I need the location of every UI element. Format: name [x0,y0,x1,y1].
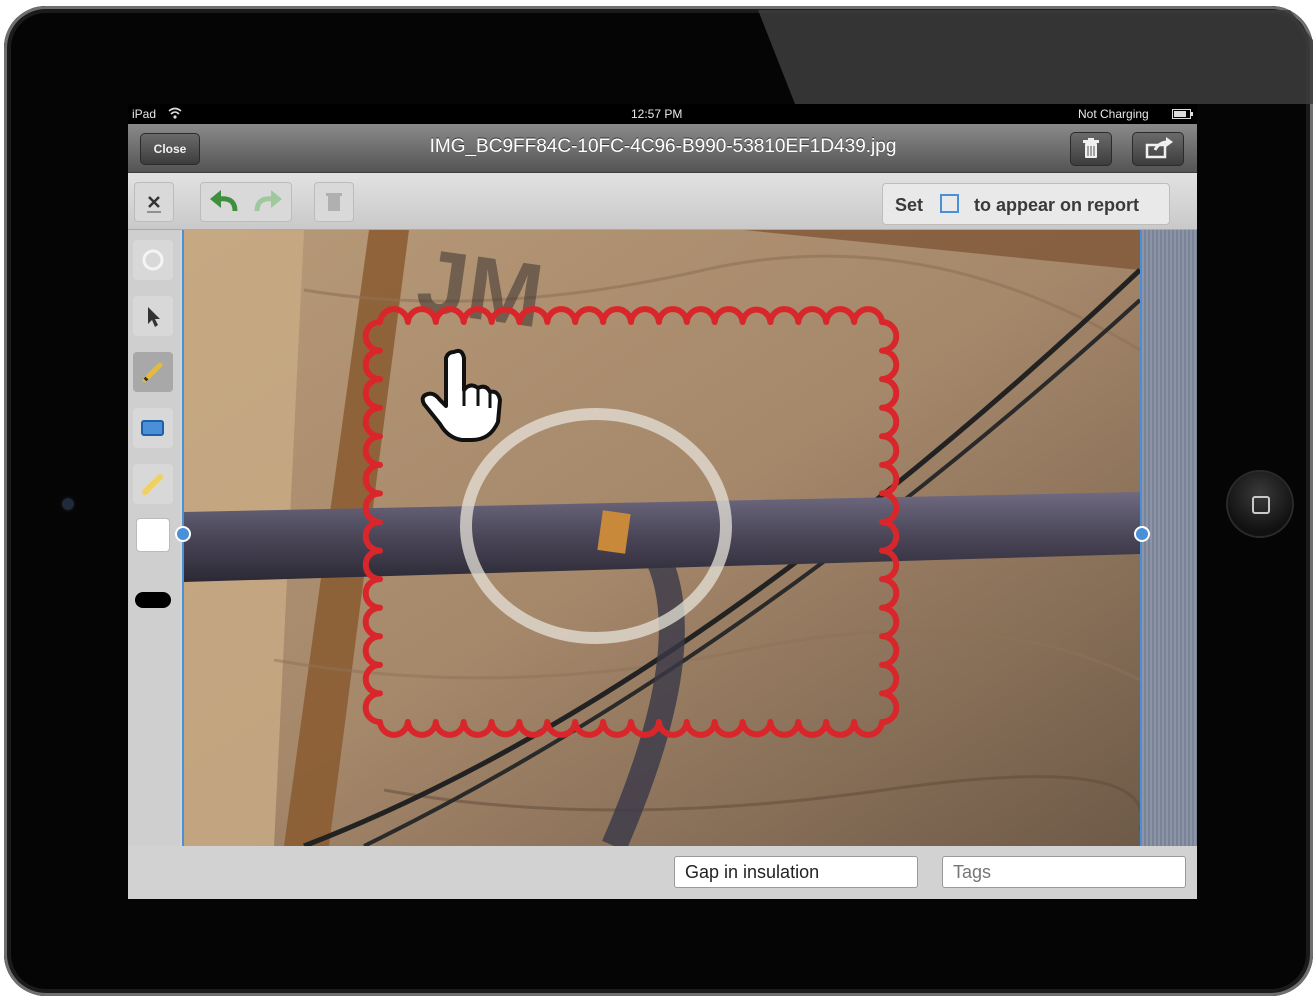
svg-text:JM: JM [411,231,549,347]
pen-tool[interactable] [133,352,173,392]
photo-canvas[interactable]: JM [184,230,1140,846]
hand-icon [142,249,164,271]
wifi-icon [168,107,182,119]
delete-button[interactable] [314,182,354,222]
close-x-icon [147,196,161,213]
photo-side-margin [1142,230,1197,846]
trash-button[interactable] [1070,132,1112,166]
report-hint-prefix: Set [895,195,924,215]
hand-cursor-icon [420,348,502,442]
clear-button[interactable] [134,182,174,222]
highlighter-tool[interactable] [133,464,173,504]
stroke-color-swatch[interactable] [135,592,171,608]
status-bar: iPad 12:57 PM Not Charging [128,104,1197,124]
crop-handle-left[interactable] [175,526,191,542]
app-screen: iPad 12:57 PM Not Charging Close IMG_BC9… [128,104,1197,899]
trash-icon [1083,138,1099,158]
report-hint[interactable]: Set to appear on report [882,183,1170,225]
close-button[interactable]: Close [140,133,200,165]
pointer-icon [148,307,160,327]
status-time: 12:57 PM [631,107,683,121]
hand-tool[interactable] [133,240,173,280]
share-icon [1145,137,1173,159]
share-button[interactable] [1132,132,1184,166]
rectangle-icon [141,420,164,436]
file-name-title: IMG_BC9FF84C-10FC-4C96-B990-53810EF1D439… [429,136,897,157]
title-bar: Close IMG_BC9FF84C-10FC-4C96-B990-53810E… [128,124,1197,173]
report-hint-suffix: to appear on report [974,195,1140,215]
undo-icon[interactable] [207,187,241,217]
delete-icon [326,193,342,211]
front-camera [62,498,74,510]
redo-icon[interactable] [251,187,285,217]
selection-rect-icon [940,194,959,213]
attic-photo: JM [184,230,1140,846]
pen-icon [142,362,163,383]
crop-handle-right[interactable] [1134,526,1150,542]
tool-sidebar [128,230,180,846]
home-button[interactable] [1228,472,1292,536]
bottom-bar [128,846,1197,899]
tags-field[interactable] [942,856,1186,888]
home-square-icon [1252,496,1270,514]
edit-toolbar: Set to appear on report [128,173,1197,230]
caption-field[interactable] [674,856,918,888]
device-name: iPad [132,107,157,121]
rectangle-tool[interactable] [133,408,173,448]
pointer-tool[interactable] [133,296,173,336]
charging-status: Not Charging [1078,107,1149,121]
fill-color-swatch[interactable] [136,518,170,552]
undo-redo-group [200,182,292,222]
battery-icon [1172,109,1193,119]
highlighter-icon [142,474,163,495]
